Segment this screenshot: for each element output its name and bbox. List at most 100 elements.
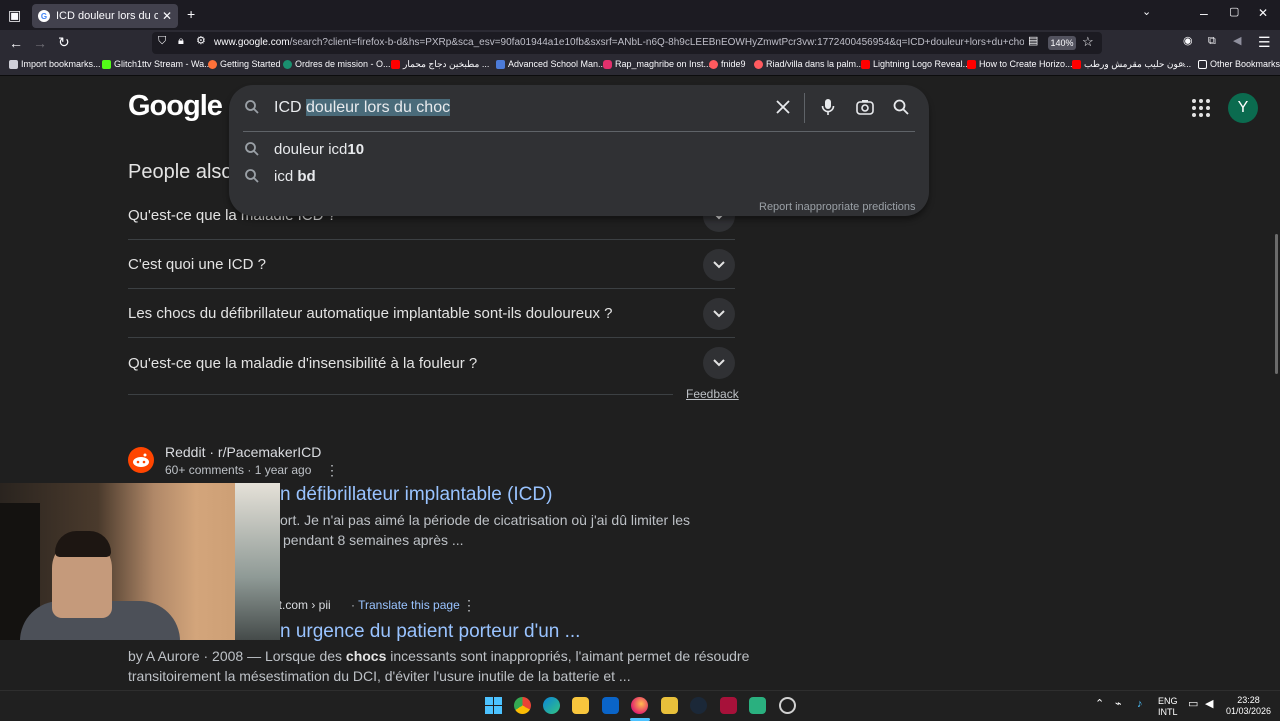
firefox-icon[interactable] [631,697,648,714]
forward-icon[interactable]: → [33,36,47,50]
minimize-icon[interactable]: – [1200,6,1208,20]
avatar[interactable]: Y [1228,93,1258,123]
windows-start-icon[interactable] [485,697,502,714]
mic-tray-icon[interactable]: ♪ [1137,699,1143,710]
tray-chevron-up-icon[interactable]: ⌃ [1095,699,1104,710]
import-icon [9,59,18,69]
back-icon[interactable]: ← [9,36,23,50]
volume-tray-icon[interactable]: ◀︎ [1205,699,1213,710]
reload-icon[interactable]: ↻ [58,35,70,49]
paa-question[interactable]: Les chocs du défibrillateur automatique … [128,290,735,338]
firefox-icon [208,59,217,69]
more-bookmarks-chevron-icon[interactable]: » [1180,59,1185,69]
network-tray-icon[interactable]: ⌁ [1115,699,1122,710]
account-icon[interactable]: ◉ [1183,36,1193,47]
tab-active[interactable]: G ICD douleur lors du choc - Goo ✕ [32,4,178,28]
translate-link[interactable]: · Translate this page [351,598,460,612]
bookmark-item[interactable]: Getting Started [208,59,281,69]
youtube-icon [861,59,870,69]
result-title-link[interactable]: n défibrillateur implantable (ICD) [280,484,552,506]
airbnb-icon [754,59,763,69]
webcam-shelf [235,483,280,640]
menu-icon[interactable]: ☰ [1258,35,1271,49]
more-options-icon[interactable]: ⋮ [462,598,476,612]
chevron-down-icon[interactable] [703,248,735,281]
chevron-down-icon[interactable] [703,347,735,379]
bookmark-item[interactable]: Riad/villa dans la palm... [754,59,864,69]
maximize-icon[interactable]: ▢ [1229,7,1239,18]
bookmark-item[interactable]: عون حليب مقرمش ورطب... [1072,59,1191,70]
close-tab-icon[interactable]: ✕ [162,9,172,23]
reader-view-icon[interactable]: ▤ [1028,36,1038,47]
close-window-icon[interactable]: ✕ [1258,7,1268,19]
bookmark-item[interactable]: Ordres de mission - O... [283,59,391,69]
divider [804,93,805,123]
result-snippet: ort. Je n'ai pas aimé la période de cica… [280,512,690,528]
navigation-bar: ← → ↻ ⛉ 🔒︎ ⚙︎ www.google.com/search?clie… [0,30,1280,56]
suggestion-item[interactable]: douleur icd10 [274,141,364,158]
bookmark-star-icon[interactable]: ☆ [1082,35,1094,48]
input-language[interactable]: ENG INTL [1158,696,1178,718]
bookmark-item[interactable]: Rap_maghribe on Inst... [603,59,711,69]
search-submit-icon[interactable] [893,99,909,120]
lock-icon[interactable]: 🔒︎ [178,36,184,47]
webcam-overlay [0,483,280,640]
google-logo[interactable]: Google [128,90,223,123]
search-icon [245,169,259,188]
result-title-link[interactable]: n urgence du patient porteur d'un ... [280,621,580,643]
result-source[interactable]: Reddit · r/PacemakerICD [165,444,321,460]
other-bookmarks[interactable]: Other Bookmarks [1198,59,1280,69]
bookmark-item[interactable]: مطبخين دجاج محمار ... [391,59,489,70]
bookmark-item[interactable]: Advanced School Man... [496,59,606,69]
feedback-link[interactable]: Feedback [686,387,739,401]
bookmark-item[interactable]: Import bookmarks... [9,59,101,69]
lens-camera-icon[interactable] [856,99,874,120]
report-predictions-link[interactable]: Report inappropriate predictions [759,201,916,213]
app-icon[interactable] [779,697,796,714]
chrome-icon[interactable] [514,697,531,714]
zoom-level[interactable]: 140% [1048,36,1076,50]
url-text[interactable]: www.google.com/search?client=firefox-b-d… [214,37,1024,48]
sticky-app-icon[interactable] [661,697,678,714]
address-bar[interactable]: ⛉ 🔒︎ ⚙︎ www.google.com/search?client=fir… [152,32,1102,54]
new-tab-icon[interactable]: + [187,7,195,21]
search-input[interactable]: ICD douleur lors du choc [274,99,451,117]
audio-icon[interactable]: ◀︎ [1233,36,1241,47]
tab-list-chevron-icon[interactable]: ⌄ [1142,7,1151,18]
edge-icon[interactable] [543,697,560,714]
result-snippet: by A Aurore · 2008 — Lorsque des chocs i… [128,648,750,664]
clear-search-icon[interactable] [776,100,790,119]
scrollbar[interactable] [1275,234,1278,374]
divider [243,131,915,132]
extensions-icon[interactable]: ⧉ [1208,36,1216,47]
taskbar: ⌃ ⌁ ♪ ENG INTL ▭ ◀︎ 23:28 01/03/2026 [0,690,1280,721]
microphone-icon[interactable] [821,98,835,121]
suggestion-item[interactable]: icd bd [274,168,316,185]
tab-overview-icon[interactable]: ▣ [8,8,21,22]
paa-question[interactable]: Qu'est-ce que la maladie d'insensibilité… [128,339,735,387]
bookmark-item[interactable]: Lightning Logo Reveal... [861,59,970,69]
bookmarks-bar: Import bookmarks... Glitch1ttv Stream - … [0,56,1280,76]
whatsapp-icon[interactable] [749,697,766,714]
bookmark-item[interactable]: Glitch1ttv Stream - Wa... [102,59,212,69]
bookmark-item[interactable]: fnide9 [709,59,746,69]
adobe-icon[interactable] [720,697,737,714]
result-snippet: pendant 8 semaines après ... [283,532,464,548]
outlook-icon[interactable] [602,697,619,714]
file-explorer-icon[interactable] [572,697,589,714]
permissions-icon[interactable]: ⚙︎ [196,36,206,47]
chevron-down-icon[interactable] [703,297,735,330]
reddit-icon[interactable] [128,447,154,473]
bookmark-item[interactable]: How to Create Horizo... [967,59,1073,69]
steam-icon[interactable] [690,697,707,714]
shield-icon[interactable]: ⛉ [158,36,166,47]
instagram-icon [603,59,612,69]
site-icon [283,59,292,69]
more-options-icon[interactable]: ⋮ [325,463,339,477]
divider [128,394,673,395]
google-apps-icon[interactable] [1192,99,1210,117]
paa-question[interactable]: C'est quoi une ICD ? [128,241,735,289]
clock[interactable]: 23:28 01/03/2026 [1226,695,1271,717]
display-tray-icon[interactable]: ▭ [1188,699,1198,710]
search-icon [245,100,259,119]
